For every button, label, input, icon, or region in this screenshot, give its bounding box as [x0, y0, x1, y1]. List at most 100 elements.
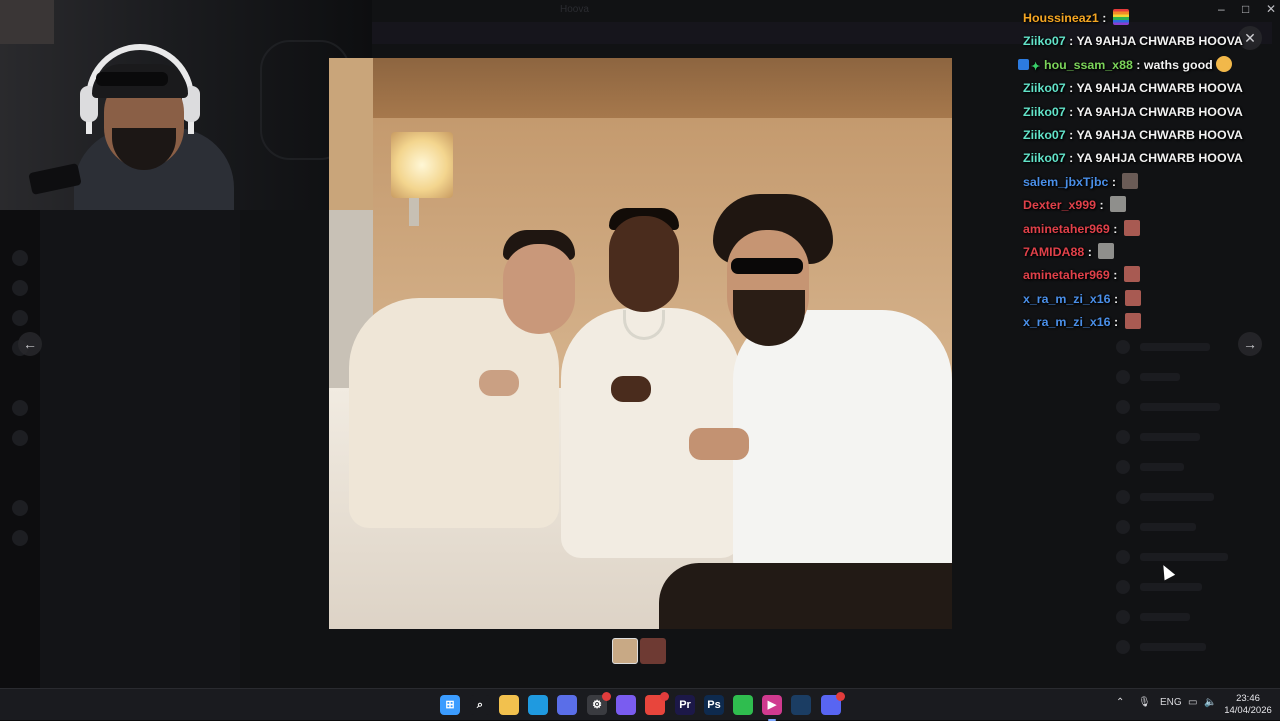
member-row [1110, 580, 1270, 594]
chat-username[interactable]: aminetaher969 [1023, 268, 1110, 282]
chat-separator: : [1065, 81, 1077, 96]
chat-username[interactable]: x_ra_m_zi_x16 [1023, 315, 1111, 329]
chat-username[interactable]: Ziiko07 [1023, 34, 1066, 48]
member-row [1110, 370, 1270, 384]
previous-image-button[interactable]: ← [18, 332, 42, 356]
microphone-icon[interactable]: 🎙 [1138, 697, 1151, 708]
server-icon [12, 500, 28, 516]
prime-badge-icon [1018, 58, 1029, 70]
media-player-icon[interactable]: ▶ [762, 695, 782, 721]
wall-lamp [391, 132, 453, 198]
image-preview[interactable] [329, 58, 952, 629]
discord-icon[interactable] [821, 692, 845, 715]
chat-username[interactable]: aminetaher969 [1023, 222, 1110, 236]
member-row [1110, 490, 1270, 504]
chat-separator: : [1065, 127, 1077, 142]
discord-alt-icon[interactable] [616, 695, 636, 715]
person-right-hand [689, 428, 749, 460]
server-icon [12, 250, 28, 266]
chat-message: aminetaher969 : [1018, 219, 1258, 242]
member-row [1110, 520, 1270, 534]
person-left-face [503, 244, 575, 334]
chat-username[interactable]: Ziiko07 [1023, 81, 1066, 95]
chat-username[interactable]: 7AMIDA88 [1023, 245, 1084, 259]
chat-text: waths good [1143, 57, 1213, 72]
person-left-hand [479, 370, 519, 396]
photoshop-icon[interactable]: Ps [704, 695, 724, 715]
settings-icon[interactable]: ⚙ [587, 692, 611, 715]
server-icon [12, 310, 28, 326]
search-icon[interactable]: ⌕ [470, 695, 490, 715]
clock[interactable]: 23:46 14/04/2026 [1222, 693, 1274, 717]
emote-icon [1098, 242, 1115, 259]
dark-pants [659, 563, 952, 629]
chat-text: YA 9AHJA CHWARB HOOVA [1076, 81, 1243, 96]
thumbnail-2[interactable] [640, 638, 666, 664]
notification-badge [836, 692, 845, 701]
speaker-icon[interactable]: 🔈 [1204, 697, 1216, 708]
server-icon [12, 400, 28, 416]
chat-username[interactable]: Ziiko07 [1023, 105, 1066, 119]
chat-username[interactable]: hou_ssam_x88 [1044, 58, 1133, 72]
chat-username[interactable]: Ziiko07 [1023, 151, 1066, 165]
emote-icon [1124, 313, 1141, 330]
image-thumbnails [612, 638, 666, 664]
chat-message: 7AMIDA88 : [1018, 242, 1258, 265]
chat-username[interactable]: x_ra_m_zi_x16 [1023, 292, 1111, 306]
member-row [1110, 640, 1270, 654]
chat-message: x_ra_m_zi_x16 : [1018, 312, 1258, 335]
member-row [1110, 430, 1270, 444]
member-row [1110, 610, 1270, 624]
language-indicator[interactable]: ENG [1160, 697, 1182, 708]
chat-separator: : [1084, 244, 1096, 259]
chat-message: Ziiko07 : YA 9AHJA CHWARB HOOVA [1018, 78, 1258, 101]
window-close-icon[interactable]: ✕ [1266, 2, 1276, 16]
steam-icon[interactable] [791, 695, 811, 715]
clock-time: 23:46 [1236, 693, 1260, 704]
chat-message: Ziiko07 : YA 9AHJA CHWARB HOOVA [1018, 148, 1258, 171]
thumbnail-1[interactable] [612, 638, 638, 664]
emote-icon [1112, 9, 1129, 25]
server-icon [12, 530, 28, 546]
clock-date: 14/04/2026 [1224, 705, 1272, 716]
file-explorer-icon[interactable] [499, 695, 519, 715]
chat-text: YA 9AHJA CHWARB HOOVA [1076, 127, 1243, 142]
monitor-icon[interactable]: ▭ [1188, 697, 1197, 708]
edge-icon[interactable] [528, 695, 548, 715]
person-middle-hand [611, 376, 651, 402]
whatsapp-icon[interactable] [733, 695, 753, 715]
chat-message: aminetaher969 : [1018, 265, 1258, 288]
chat-separator: : [1065, 34, 1077, 49]
chat-separator: : [1096, 198, 1108, 213]
server-icon [12, 430, 28, 446]
headboard [373, 58, 952, 118]
emote-icon [1122, 172, 1139, 189]
chat-separator: : [1065, 151, 1077, 166]
windows-start-icon[interactable]: ⊞ [440, 695, 460, 715]
next-image-button[interactable]: → [1238, 332, 1262, 356]
chat-text: YA 9AHJA CHWARB HOOVA [1076, 104, 1243, 119]
wall-poster [0, 0, 54, 44]
chat-message: Dexter_x999 : [1018, 195, 1258, 218]
person-left-shirt [349, 298, 559, 528]
chat-username[interactable]: Dexter_x999 [1023, 198, 1096, 212]
webcam-overlay [0, 0, 372, 210]
chat-separator: : [1109, 268, 1121, 283]
store-icon[interactable] [557, 695, 577, 715]
taskbar: ⊞ ⌕ ⚙ Pr Ps ▶ ⌃ 🎙 ENG ▭ 🔈 23:46 14/04/2026 [0, 688, 1280, 721]
premiere-icon[interactable]: Pr [675, 695, 695, 715]
chat-username[interactable]: Houssineaz1 [1023, 11, 1099, 25]
chat-separator: : [1098, 11, 1110, 25]
chat-message: Ziiko07 : YA 9AHJA CHWARB HOOVA [1018, 102, 1258, 125]
chat-separator: : [1132, 57, 1144, 72]
chrome-icon[interactable] [645, 692, 669, 715]
chat-separator: : [1109, 221, 1121, 236]
chat-separator: : [1110, 291, 1122, 306]
chevron-up-icon[interactable]: ⌃ [1116, 697, 1124, 708]
chat-message: salem_jbxTjbc : [1018, 172, 1258, 195]
chat-separator: : [1108, 174, 1120, 189]
chat-username[interactable]: Ziiko07 [1023, 128, 1066, 142]
chat-username[interactable]: salem_jbxTjbc [1023, 175, 1108, 189]
sunglasses [96, 72, 168, 86]
chat-separator: : [1065, 104, 1077, 119]
